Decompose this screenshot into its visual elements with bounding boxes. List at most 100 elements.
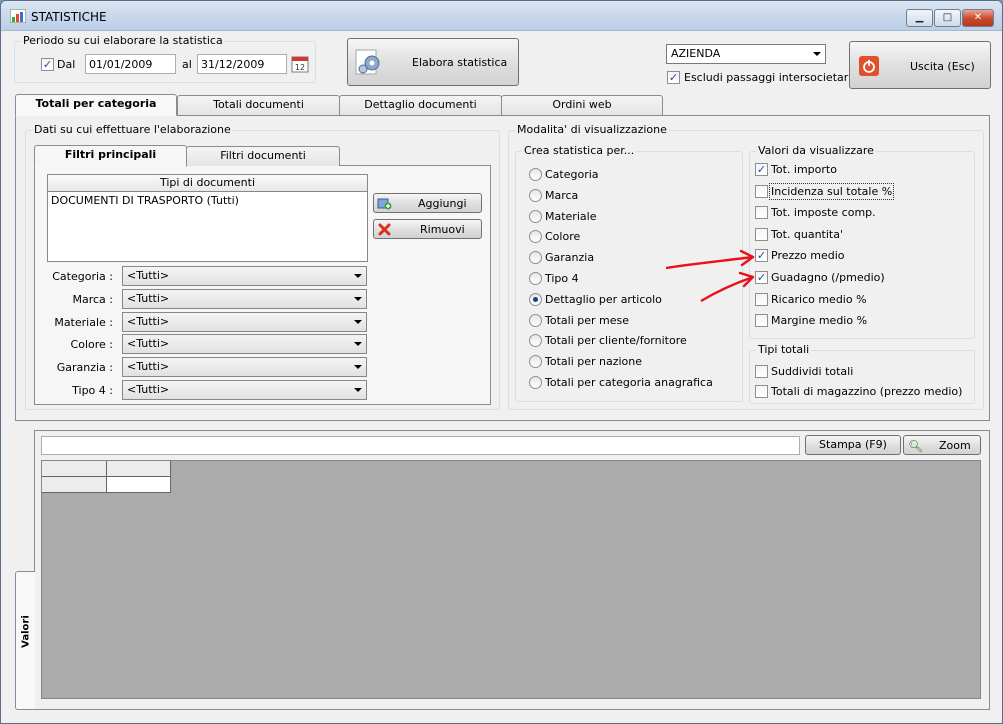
data-group-title: Dati su cui effettuare l'elaborazione <box>32 123 233 136</box>
filter-materiale-select[interactable]: <Tutti> <box>122 312 367 332</box>
radio-create-option[interactable] <box>529 188 542 202</box>
chevron-down-icon <box>354 365 362 369</box>
chevron-down-icon <box>354 320 362 324</box>
aggiungi-button[interactable]: Aggiungi <box>373 193 482 213</box>
create-statistics-title: Crea statistica per... <box>522 144 637 157</box>
values-checkbox-label: Tot. quantita' <box>771 227 843 241</box>
svg-text:12: 12 <box>295 63 305 72</box>
results-filter-input[interactable] <box>41 436 800 455</box>
filter-categoria-label: Categoria : <box>52 270 113 283</box>
radio-create-option[interactable] <box>529 376 542 389</box>
results-grid[interactable] <box>41 460 981 699</box>
tab-dettaglio-documenti[interactable]: Dettaglio documenti <box>339 95 502 115</box>
maximize-button[interactable]: □ <box>934 9 961 27</box>
tab-totali-documenti[interactable]: Totali documenti <box>177 95 340 115</box>
radio-create-option[interactable] <box>529 313 542 327</box>
grid-row-header-cell[interactable] <box>42 477 107 493</box>
subtab-filtri-principali[interactable]: Filtri principali <box>34 145 187 167</box>
date-from-input[interactable]: 01/01/2009 <box>85 54 176 74</box>
values-checkbox[interactable] <box>755 184 768 198</box>
values-checkbox[interactable] <box>755 227 768 241</box>
annotation-arrows <box>665 249 755 303</box>
aggiungi-label: Aggiungi <box>418 197 467 210</box>
radio-create-option[interactable] <box>529 168 542 181</box>
chevron-down-icon <box>354 274 362 278</box>
filter-colore-label: Colore : <box>70 338 113 351</box>
radio-create-option-label: Colore <box>545 230 581 244</box>
filter-tipo4-value: <Tutti> <box>127 383 170 396</box>
tab-totali-per-categoria[interactable]: Totali per categoria <box>15 94 177 116</box>
values-group: Valori da visualizzare <box>749 144 975 339</box>
period-group-title: Periodo su cui elaborare la statistica <box>21 34 225 47</box>
grid-corner-cell <box>42 461 107 477</box>
filter-marca-select[interactable]: <Tutti> <box>122 289 367 309</box>
chevron-down-icon <box>354 388 362 392</box>
values-checkbox-label: Tot. importo <box>771 163 837 176</box>
chevron-down-icon <box>813 52 821 56</box>
company-value: AZIENDA <box>671 47 721 60</box>
totals-checkbox[interactable] <box>755 385 768 398</box>
filter-colore-value: <Tutti> <box>127 337 170 350</box>
filter-colore-select[interactable]: <Tutti> <box>122 334 367 354</box>
company-select[interactable]: AZIENDA <box>666 44 826 64</box>
list-item[interactable]: DOCUMENTI DI TRASPORTO (Tutti) <box>48 192 367 209</box>
radio-create-option[interactable] <box>529 292 542 306</box>
exclude-intercompany-checkbox[interactable]: ✓ <box>667 71 680 84</box>
radio-create-option-label: Totali per nazione <box>545 355 643 369</box>
close-button[interactable]: ✕ <box>962 9 994 27</box>
exit-button[interactable]: Uscita (Esc) <box>849 41 991 89</box>
elabora-statistica-label: Elabora statistica <box>412 56 508 69</box>
grid-header-cell[interactable] <box>107 461 171 477</box>
minimize-button[interactable]: ▁ <box>906 9 933 27</box>
grid-data-cell[interactable] <box>107 477 171 493</box>
radio-create-option[interactable] <box>529 272 542 285</box>
tab-valori[interactable]: Valori <box>15 571 35 710</box>
radio-create-option-label: Marca <box>545 188 579 202</box>
values-group-title: Valori da visualizzare <box>756 144 876 157</box>
filter-categoria-select[interactable]: <Tutti> <box>122 266 367 286</box>
radio-create-option-label: Totali per categoria anagrafica <box>545 376 713 389</box>
filter-marca-value: <Tutti> <box>127 292 170 305</box>
filter-garanzia-label: Garanzia : <box>56 361 113 374</box>
add-icon <box>377 198 392 210</box>
filter-categoria-value: <Tutti> <box>127 269 170 282</box>
date-to-input[interactable]: 31/12/2009 <box>197 54 287 74</box>
values-checkbox[interactable]: ✓ <box>755 163 768 176</box>
radio-create-option-label: Dettaglio per articolo <box>545 292 662 306</box>
stampa-button[interactable]: Stampa (F9) <box>805 435 901 455</box>
period-from-checkbox[interactable]: ✓ <box>41 58 54 71</box>
chevron-down-icon <box>354 297 362 301</box>
zoom-button[interactable]: 🔍︎ Zoom <box>903 435 981 455</box>
totals-checkbox[interactable] <box>755 365 768 378</box>
radio-create-option-label: Totali per mese <box>545 313 629 327</box>
tab-valori-label: Valori <box>20 615 32 648</box>
calendar-icon[interactable]: 12 <box>291 55 309 73</box>
values-checkbox-label: Tot. imposte comp. <box>771 206 876 220</box>
zoom-label: Zoom <box>939 439 971 452</box>
filter-marca-label: Marca : <box>72 293 113 306</box>
values-checkbox-label: Incidenza sul totale % <box>768 182 895 200</box>
title-bar: STATISTICHE ▁ □ ✕ <box>1 1 1002 31</box>
values-checkbox-label: Guadagno (/pmedio) <box>771 271 885 284</box>
totals-checkbox-label: Totali di magazzino (prezzo medio) <box>771 385 963 398</box>
chevron-down-icon <box>354 342 362 346</box>
radio-create-option[interactable] <box>529 209 542 223</box>
subtab-filtri-documenti[interactable]: Filtri documenti <box>186 146 340 166</box>
document-types-header: Tipi di documenti <box>48 175 367 192</box>
elabora-statistica-button[interactable]: Elabora statistica <box>347 38 519 86</box>
filter-tipo4-label: Tipo 4 : <box>72 384 113 397</box>
values-checkbox[interactable] <box>755 206 768 220</box>
values-checkbox-label: Margine medio % <box>771 314 868 328</box>
filter-materiale-value: <Tutti> <box>127 315 170 328</box>
values-checkbox[interactable] <box>755 314 768 328</box>
filter-tipo4-select[interactable]: <Tutti> <box>122 380 367 400</box>
tab-ordini-web[interactable]: Ordini web <box>501 95 663 115</box>
zoom-icon: 🔍︎ <box>908 439 924 453</box>
gears-icon <box>355 49 380 75</box>
radio-create-option-label: Totali per cliente/fornitore <box>545 334 687 348</box>
document-types-list[interactable]: Tipi di documenti DOCUMENTI DI TRASPORTO… <box>47 174 368 262</box>
rimuovi-button[interactable]: Rimuovi <box>373 219 482 239</box>
stampa-label: Stampa (F9) <box>819 438 887 451</box>
totals-checkbox-label: Suddividi totali <box>771 365 854 378</box>
filter-garanzia-select[interactable]: <Tutti> <box>122 357 367 377</box>
